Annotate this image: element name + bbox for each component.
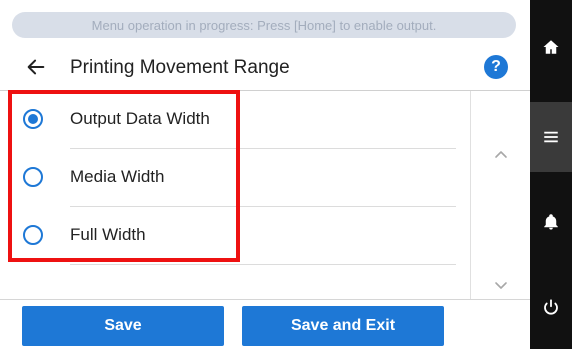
menu-button[interactable] (530, 102, 572, 172)
power-button[interactable] (530, 272, 572, 342)
notification-button[interactable] (530, 187, 572, 257)
home-button[interactable] (530, 12, 572, 82)
divider (70, 264, 456, 265)
scroll-down-button[interactable] (489, 273, 513, 297)
status-banner-text: Menu operation in progress: Press [Home]… (91, 17, 437, 33)
chevron-down-icon (495, 282, 507, 289)
page-header: Printing Movement Range ? (0, 44, 530, 91)
footer: Save Save and Exit (0, 299, 530, 350)
chevron-up-icon (495, 151, 507, 158)
scroll-up-button[interactable] (489, 143, 513, 167)
arrow-left-icon (27, 59, 45, 75)
back-button[interactable] (22, 53, 50, 81)
sidebar (530, 0, 572, 349)
save-and-exit-button[interactable]: Save and Exit (242, 306, 444, 346)
power-icon (544, 299, 558, 315)
help-icon: ? (491, 58, 501, 75)
scroll-column (470, 91, 531, 299)
save-button[interactable]: Save (22, 306, 224, 346)
page-title: Printing Movement Range (70, 57, 290, 78)
status-banner: Menu operation in progress: Press [Home]… (12, 12, 516, 38)
home-icon (543, 40, 559, 54)
main-panel: Menu operation in progress: Press [Home]… (0, 0, 530, 349)
help-button[interactable]: ? (484, 55, 508, 79)
menu-icon (544, 131, 558, 143)
highlight-box (8, 90, 240, 262)
bell-icon (544, 214, 558, 230)
